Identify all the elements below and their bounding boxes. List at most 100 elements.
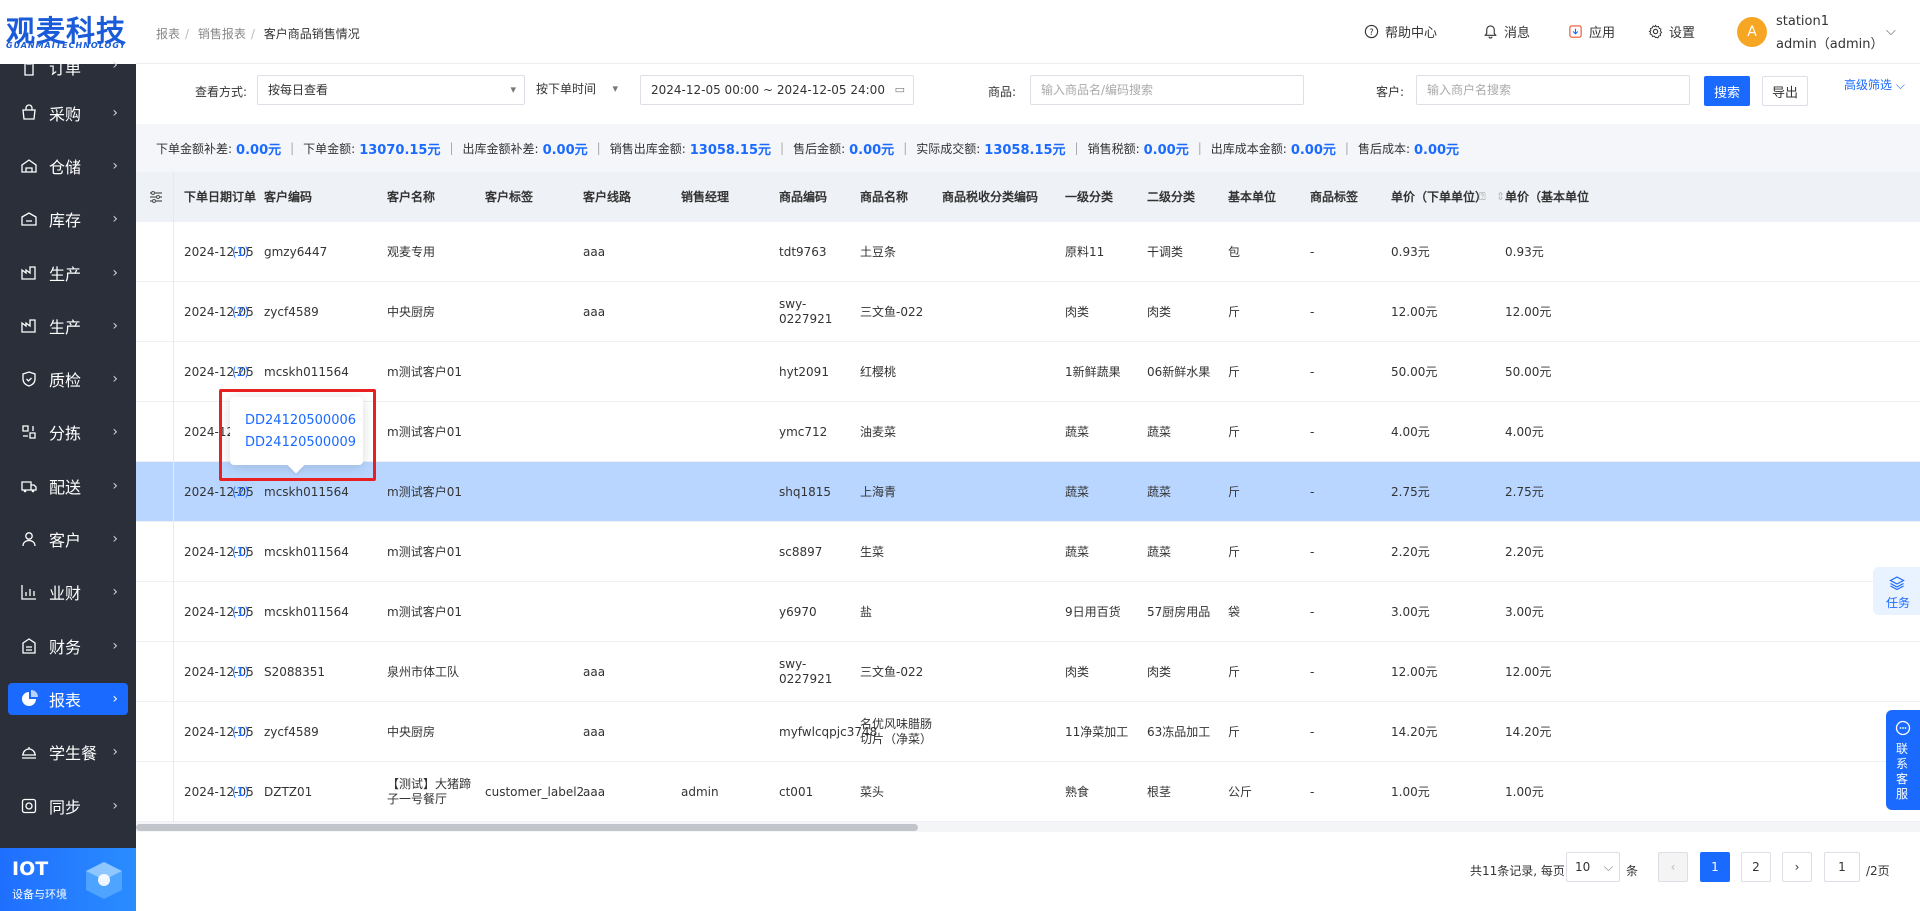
column-header[interactable]: 订单 [232,172,256,222]
table-row[interactable]: 2024-12-05 (1) zycf4589 中央厨房 aaa myfwlcqpjc37… [136,702,1920,762]
sidebar-item[interactable]: 质检 › [0,352,136,405]
table-cell: 蔬菜 [1147,544,1172,559]
sidebar-item[interactable]: 库存 › [0,193,136,246]
sidebar-item[interactable]: 订单 › [0,57,136,86]
sidebar-item[interactable]: 业财 › [0,566,136,619]
advanced-filter-toggle[interactable]: 高级筛选 ⌵ [1844,76,1905,93]
chevron-down-icon[interactable]: ⌵ [1886,24,1896,39]
table-row[interactable]: 2024-12-05 (1) DZTZ01 【测试】大猪蹄子一号餐厅 customer_… [136,762,1920,822]
table-cell: 斤 [1228,544,1241,559]
date-range-picker[interactable]: 2024-12-05 00:00 ~ 2024-12-05 24:00 ▭ [640,75,914,105]
task-float-button[interactable]: 任务 [1873,567,1920,615]
table-cell: 油麦菜 [860,424,897,439]
table-row[interactable]: 2024-12-05(2)mcskh011564m测试客户01ymc712油麦菜… [136,402,1920,462]
column-header[interactable]: 客户名称 [387,172,435,222]
chevron-down-icon: ▾ [510,83,516,96]
sidebar-item[interactable]: 报表 › [0,672,136,725]
settings-link[interactable]: 设置 [1648,22,1695,41]
table-row[interactable]: 2024-12-05 (2) zycf4589 中央厨房 aaa swy-0227921 三… [136,282,1920,342]
column-header[interactable]: 商品税收分类编码 [942,172,1038,222]
order-count-link[interactable]: (1) [232,582,262,642]
table-row[interactable]: 2024-12-05 (1) gmzy6447 观麦专用 aaa tdt9763 土豆条 原料… [136,222,1920,282]
help-center-label: 帮助中心 [1385,26,1438,41]
order-count-link[interactable]: (1) [232,762,262,822]
shield-icon [22,371,36,387]
prev-page-button[interactable]: ‹ [1658,852,1688,882]
export-button[interactable]: 导出 [1762,76,1808,106]
column-header[interactable]: 商品标签 [1310,172,1358,222]
table-cell: 中央厨房 [387,724,436,739]
order-count-link[interactable]: (1) [232,522,262,582]
search-button[interactable]: 搜索 [1704,76,1750,106]
column-header[interactable]: 单价（下单单位） [1391,172,1487,222]
sidebar-item[interactable]: 同步 › [0,779,136,832]
summary-value: 0.00元 [542,142,588,158]
next-page-button[interactable]: › [1782,852,1812,882]
table-row[interactable]: 2024-12-05 (2) mcskh011564 m测试客户01 hyt2091 红樱… [136,342,1920,402]
summary-value: 13070.15元 [359,142,441,158]
sidebar-item[interactable]: 客户 › [0,512,136,565]
product-search-input[interactable]: 输入商品名/编码搜索 [1030,75,1304,105]
column-header[interactable]: 客户线路 [583,172,631,222]
order-count-link[interactable]: (1) [232,702,262,762]
column-header[interactable]: 一级分类 [1065,172,1113,222]
breadcrumb-item[interactable]: 销售报表 [198,27,246,41]
order-count-link[interactable]: (1) [232,222,262,282]
table-cell: 斤 [1228,484,1241,499]
summary-label: 售后成本: [1357,141,1410,156]
page-jump-input[interactable]: 1 [1824,852,1860,882]
question-circle-icon[interactable]: ⍰ [1479,190,1486,204]
messages-link[interactable]: 消息 [1483,22,1530,41]
table-cell: - [1310,424,1315,439]
table-row[interactable]: 2024-12-05 (2) mcskh011564 m测试客户01 shq1815 上海… [136,462,1920,522]
sidebar-item[interactable]: 配送 › [0,459,136,512]
highlight-box [219,389,376,481]
sidebar-item[interactable]: 财务 › [0,619,136,672]
table-cell: m测试客户01 [387,424,462,439]
table-cell: 2.20元 [1391,544,1430,559]
view-mode-select[interactable]: 按每日查看 ▾ [257,75,525,105]
column-header[interactable]: 二级分类 [1147,172,1195,222]
page-button-2[interactable]: 2 [1741,852,1771,882]
column-header[interactable]: 下单日期 [184,172,232,222]
breadcrumb-item[interactable]: 报表 [156,27,180,41]
table-cell: 2.75元 [1505,484,1544,499]
column-header[interactable]: 基本单位 [1228,172,1276,222]
order-count-link[interactable]: (1) [232,642,262,702]
table-row[interactable]: 2024-12-05 (1) S2088351 泉州市体工队 aaa swy-022792… [136,642,1920,702]
date-range-value: 2024-12-05 00:00 ~ 2024-12-05 24:00 [651,83,885,97]
logo-subtext: GUANMAITECHNOLOGY [6,41,127,50]
table-row[interactable]: 2024-12-05 (1) mcskh011564 m测试客户01 sc8897 生菜蔬… [136,522,1920,582]
sidebar-item[interactable]: 生产 › [0,299,136,352]
scrollbar-thumb[interactable] [136,824,918,831]
table-cell: 蔬菜 [1065,544,1090,559]
table-row[interactable]: 2024-12-05 (1) mcskh011564 m测试客户01 y6970 盐 9日用… [136,582,1920,642]
customer-search-input[interactable]: 输入商户名搜索 [1416,75,1690,105]
summary-value: 13058.15元 [689,142,772,158]
help-center-link[interactable]: ? 帮助中心 [1364,22,1437,41]
column-header[interactable]: 商品名称 [860,172,908,222]
column-header[interactable]: 单价（基本单位 [1505,172,1589,222]
column-header[interactable]: 客户编码 [264,172,312,222]
column-header[interactable]: 客户标签 [485,172,533,222]
avatar[interactable]: A [1737,17,1767,47]
sidebar-item[interactable]: 分拣 › [0,406,136,459]
iot-banner[interactable]: IOT 设备与环境 [0,848,136,911]
table-cell: S2088351 [264,664,326,679]
table-cell: 0.93元 [1391,244,1430,259]
sidebar-item[interactable]: 学生餐 › [0,726,136,779]
page-size-select[interactable]: 10 ⌵ [1566,852,1620,882]
user-name[interactable]: station1 [1776,14,1829,29]
sort-icon[interactable]: ⇕ [1496,190,1505,203]
page-button-1[interactable]: 1 [1700,852,1730,882]
order-count-link[interactable]: (2) [232,282,262,342]
table-cell: 观麦专用 [387,244,436,259]
sidebar-item[interactable]: 生产 › [0,246,136,299]
customer-service-button[interactable]: 联系客服 [1886,710,1920,810]
column-header[interactable]: 商品编码 [779,172,827,222]
column-header[interactable]: 销售经理 [681,172,729,222]
sidebar-item[interactable]: 仓储 › [0,139,136,192]
sidebar-item[interactable]: 采购 › [0,86,136,139]
horizontal-scrollbar[interactable] [136,822,1920,832]
apps-link[interactable]: 应用 [1568,22,1615,41]
